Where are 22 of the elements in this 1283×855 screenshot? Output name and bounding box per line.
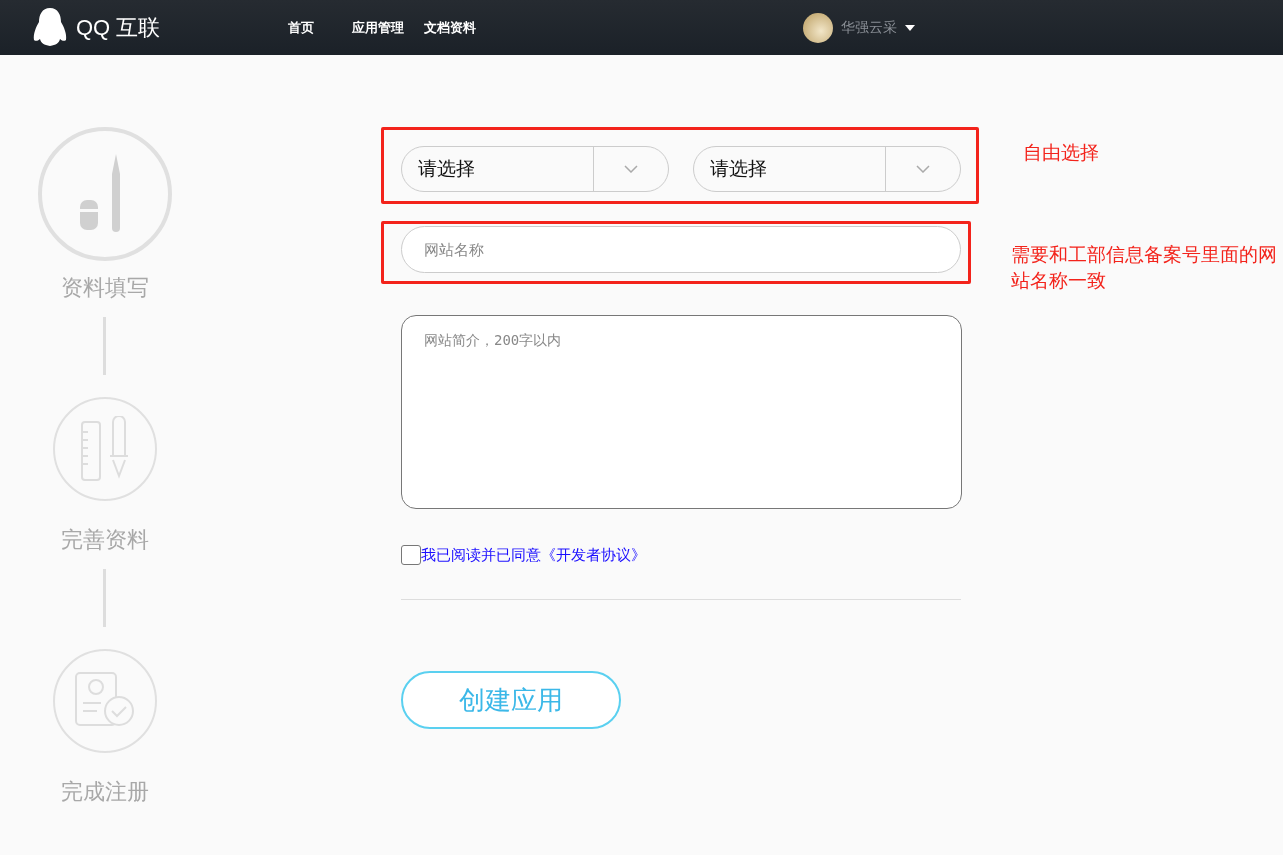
select-dropdown[interactable]: 请选择 — [401, 146, 669, 192]
avatar[interactable] — [803, 12, 833, 43]
agreement-checkbox[interactable] — [401, 545, 421, 565]
annotation-note: 需要和工部信息备案号里面的网站名称一致 — [1011, 242, 1278, 293]
user-name[interactable]: 华强云采 — [841, 18, 897, 37]
step-label: 完成注册 — [60, 778, 149, 806]
penguin-logo-icon — [32, 7, 68, 48]
description-field[interactable]: 网站简介，200字以内 — [401, 315, 962, 509]
agreement-link[interactable]: 我已阅读并已同意《开发者协议》 — [421, 545, 646, 565]
nav-link[interactable]: 应用管理 — [352, 18, 404, 37]
nav-link[interactable]: 文档资料 — [424, 18, 476, 37]
select-dropdown[interactable]: 请选择 — [693, 146, 961, 192]
website-name-field[interactable]: 网站名称 — [401, 226, 961, 273]
annotation-note: 自由选择 — [1023, 140, 1100, 165]
chevron-down-icon — [624, 165, 638, 173]
chevron-down-icon — [916, 165, 930, 173]
nav-link[interactable]: 首页 — [288, 18, 314, 37]
step-label: 资料填写 — [60, 274, 149, 302]
logo-text: QQ 互联 — [76, 13, 161, 42]
caret-icon[interactable] — [905, 24, 915, 31]
step-label: 完善资料 — [60, 526, 149, 554]
ruler-pen-icon — [79, 416, 130, 482]
